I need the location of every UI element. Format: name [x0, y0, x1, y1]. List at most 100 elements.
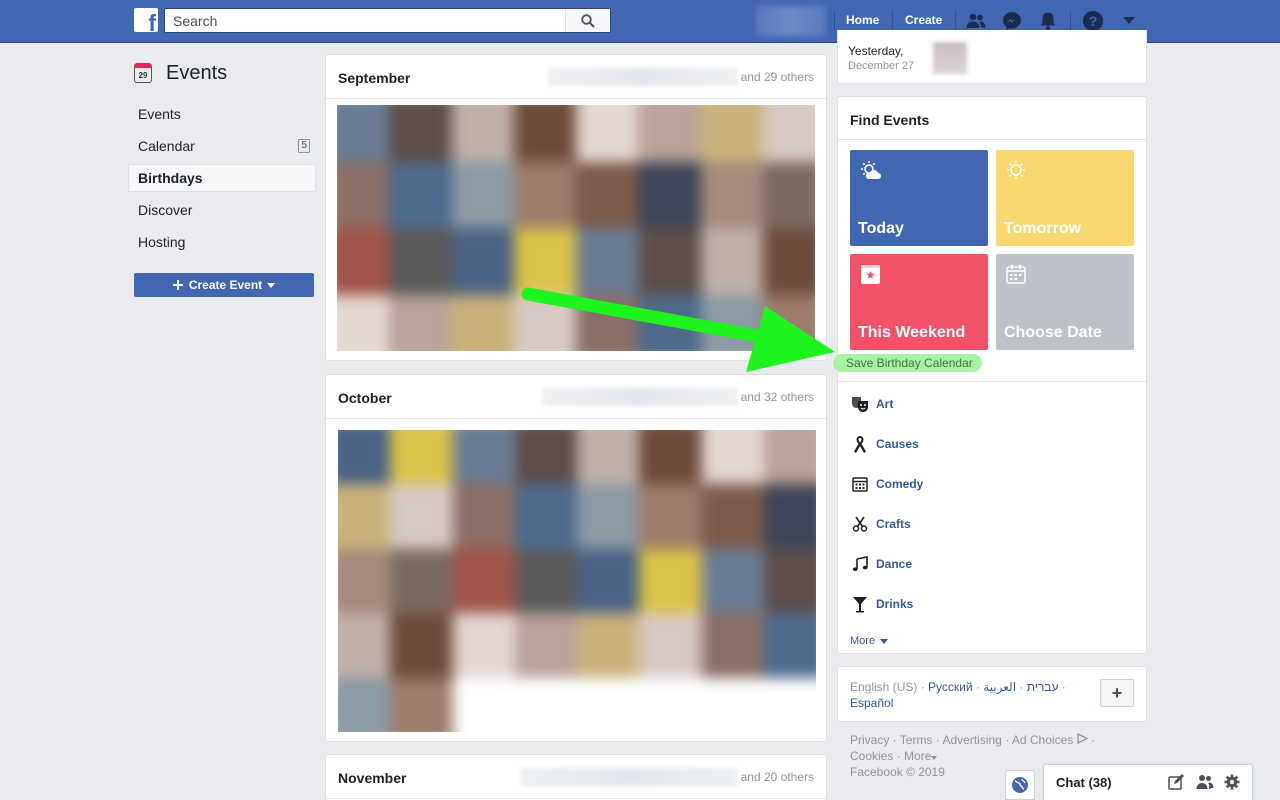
create-event-button[interactable]: Create Event: [134, 273, 314, 297]
friend-photo[interactable]: [701, 430, 764, 485]
friend-photo[interactable]: [452, 677, 515, 732]
tile-choose-date[interactable]: Choose Date: [996, 254, 1134, 350]
others-count[interactable]: and 32 others: [741, 390, 814, 404]
friend-photo[interactable]: [514, 677, 577, 732]
language-link[interactable]: Русский: [928, 680, 973, 694]
friend-photo[interactable]: [513, 161, 576, 228]
footer-link-cookies[interactable]: Cookies: [850, 749, 893, 763]
friend-photo[interactable]: [639, 677, 702, 732]
friend-photo[interactable]: [700, 228, 763, 295]
group-chat-icon[interactable]: [1196, 774, 1214, 790]
help-question-icon[interactable]: ?: [1082, 10, 1104, 32]
friend-photo[interactable]: [452, 613, 515, 678]
friend-photo[interactable]: [390, 484, 453, 549]
friend-photo[interactable]: [763, 613, 816, 678]
friend-photo[interactable]: [762, 105, 815, 162]
friend-photo[interactable]: [337, 161, 390, 228]
language-link[interactable]: עברית: [1027, 680, 1059, 694]
friend-photo[interactable]: [337, 105, 390, 162]
friend-photo[interactable]: [338, 484, 391, 549]
add-language-button[interactable]: +: [1100, 679, 1134, 707]
friend-photo[interactable]: [701, 677, 764, 732]
nav-item-events[interactable]: Events: [128, 100, 316, 128]
friend-photo[interactable]: [763, 677, 816, 732]
friend-photo[interactable]: [701, 613, 764, 678]
friend-photo[interactable]: [337, 294, 390, 351]
friend-photo[interactable]: [513, 105, 576, 162]
friend-photo[interactable]: [338, 613, 391, 678]
friend-photo[interactable]: [576, 161, 639, 228]
nav-item-hosting[interactable]: Hosting: [128, 228, 316, 256]
nav-item-birthdays[interactable]: Birthdays: [128, 164, 316, 192]
account-menu-chevron-down-icon[interactable]: [1118, 10, 1140, 32]
footer-link-advertising[interactable]: Advertising: [942, 733, 1001, 747]
friend-photo[interactable]: [700, 105, 763, 162]
friend-photo[interactable]: [389, 228, 452, 295]
create-link[interactable]: Create: [905, 13, 942, 27]
friend-photo[interactable]: [638, 105, 701, 162]
notifications-bell-icon[interactable]: [1037, 10, 1059, 32]
friend-photo[interactable]: [762, 161, 815, 228]
tile-this-weekend[interactable]: This Weekend: [850, 254, 988, 350]
language-link[interactable]: العربية: [983, 680, 1016, 694]
friend-photo[interactable]: [451, 294, 514, 351]
others-count[interactable]: and 20 others: [741, 770, 814, 784]
friend-photo[interactable]: [452, 430, 515, 485]
friend-photo[interactable]: [639, 430, 702, 485]
categories-more-link[interactable]: More: [850, 635, 889, 647]
friend-photo[interactable]: [577, 548, 640, 614]
category-dance[interactable]: Dance: [850, 554, 912, 574]
profile-link[interactable]: [756, 6, 826, 36]
friend-photo[interactable]: [576, 294, 639, 351]
friend-photo[interactable]: [639, 484, 702, 549]
friend-photo[interactable]: [514, 430, 577, 485]
globe-icon[interactable]: [1005, 770, 1035, 800]
chat-bar[interactable]: Chat (38): [1043, 764, 1253, 800]
category-art[interactable]: Art: [850, 394, 893, 414]
friend-photo[interactable]: [701, 484, 764, 549]
friend-photo[interactable]: [763, 548, 816, 614]
friend-photo[interactable]: [390, 548, 453, 614]
friend-photo[interactable]: [577, 430, 640, 485]
friend-photo[interactable]: [514, 613, 577, 678]
friend-photo[interactable]: [514, 484, 577, 549]
friend-photo[interactable]: [638, 294, 701, 351]
friend-photo[interactable]: [639, 613, 702, 678]
friend-photo[interactable]: [638, 228, 701, 295]
friend-photo[interactable]: [451, 161, 514, 228]
friend-photo[interactable]: [763, 430, 816, 485]
category-comedy[interactable]: Comedy: [850, 474, 923, 494]
friend-photo[interactable]: [452, 548, 515, 614]
search-input[interactable]: [165, 9, 565, 32]
friend-photo[interactable]: [762, 294, 815, 351]
friend-photo[interactable]: [338, 677, 391, 732]
friend-photo[interactable]: [389, 105, 452, 162]
category-causes[interactable]: Causes: [850, 434, 919, 454]
friend-photo[interactable]: [763, 484, 816, 549]
friend-photo[interactable]: [390, 430, 453, 485]
messenger-icon[interactable]: [1001, 10, 1023, 32]
footer-link-more[interactable]: More: [904, 749, 931, 763]
tile-tomorrow[interactable]: Tomorrow: [996, 150, 1134, 246]
friend-photo[interactable]: [577, 677, 640, 732]
friend-photo[interactable]: [451, 105, 514, 162]
friend-photo[interactable]: [390, 677, 453, 732]
friend-photo[interactable]: [762, 228, 815, 295]
friend-photo[interactable]: [701, 548, 764, 614]
facebook-logo-icon[interactable]: f: [134, 8, 158, 32]
friend-photo[interactable]: [338, 430, 391, 485]
footer-link-terms[interactable]: Terms: [900, 733, 933, 747]
category-crafts[interactable]: Crafts: [850, 514, 911, 534]
search-button[interactable]: [565, 9, 610, 32]
friend-photo[interactable]: [451, 228, 514, 295]
friend-photo[interactable]: [337, 228, 390, 295]
category-drinks[interactable]: Drinks: [850, 594, 913, 614]
nav-item-calendar[interactable]: Calendar 5: [128, 132, 316, 160]
friend-photo[interactable]: [576, 105, 639, 162]
footer-link-ad-choices[interactable]: Ad Choices: [1012, 733, 1073, 747]
compose-message-icon[interactable]: [1168, 774, 1184, 790]
friend-photo[interactable]: [389, 161, 452, 228]
friend-photo[interactable]: [513, 228, 576, 295]
save-birthday-calendar-link[interactable]: Save Birthday Calendar: [833, 354, 982, 372]
friend-photo[interactable]: [577, 484, 640, 549]
